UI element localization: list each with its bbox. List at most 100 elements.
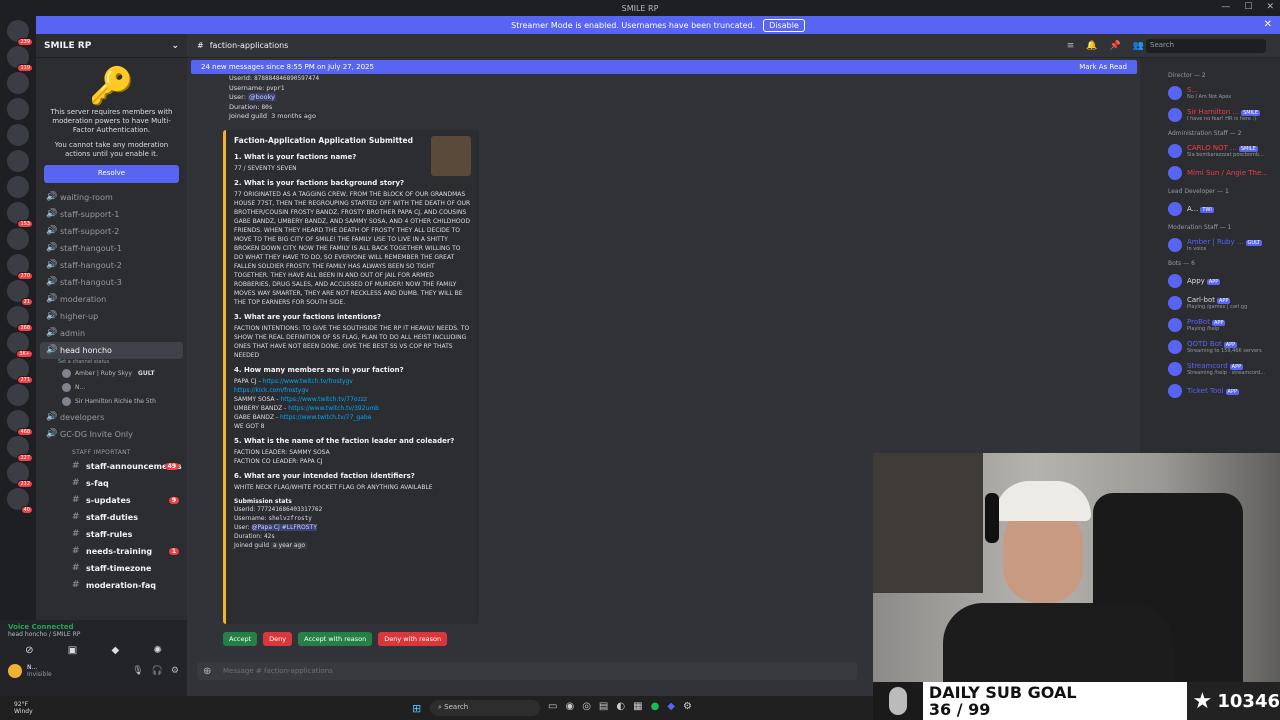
resolve-button[interactable]: Resolve (44, 165, 179, 183)
server-icon[interactable]: 468 (7, 410, 33, 436)
headphones-icon[interactable]: 🎧 (152, 666, 163, 676)
server-icon[interactable]: 227 (7, 436, 33, 462)
member-item[interactable]: Streamcord APP Streaming /help · streamcor… (1140, 358, 1280, 380)
close-icon[interactable]: ✕ (1264, 19, 1272, 30)
member-item[interactable]: Appy APP (1140, 270, 1280, 292)
server-icon[interactable] (7, 98, 29, 120)
server-icon[interactable]: 270 (7, 254, 33, 280)
server-icon[interactable] (7, 228, 29, 250)
gear-icon[interactable]: ⚙ (171, 666, 179, 676)
deny-button[interactable]: Deny (263, 632, 293, 646)
screen-share-icon[interactable]: ▣ (68, 645, 77, 656)
voice-user[interactable]: Amber | Ruby Skyy GULT (36, 367, 187, 381)
user-mention[interactable]: @booky (247, 93, 276, 102)
member-item[interactable]: ProBot APP Playing /help (1140, 314, 1280, 336)
member-link[interactable]: https://www.twitch.tv/392umb (288, 405, 379, 412)
discord-icon[interactable]: ◆ (667, 701, 675, 712)
video-off-icon[interactable]: ⊘ (25, 645, 33, 656)
member-link[interactable]: https://www.twitch.tv/77_gabe (280, 414, 371, 421)
pin-icon[interactable]: 📌 (1110, 41, 1121, 51)
app-icon[interactable]: ▦ (633, 701, 642, 712)
mic-icon[interactable]: 🎙 (132, 666, 143, 676)
server-icon[interactable]: 21 (7, 280, 33, 306)
channel-staff-rules[interactable]: # staff-rules (36, 526, 187, 543)
channel-staff-announcements[interactable]: # staff-announcements 49 (36, 458, 187, 475)
threads-icon[interactable]: ≡ (1067, 41, 1075, 51)
channel-item[interactable]: 🔊 GC-DG Invite Only (36, 426, 187, 443)
firefox-icon[interactable]: ◐ (616, 701, 625, 712)
minimize-icon[interactable]: — (1221, 2, 1230, 12)
user-mention[interactable]: @Papa Cj #LLFROSTY (251, 524, 317, 531)
channel-staff-support-2[interactable]: 🔊 staff-support-2 (36, 223, 187, 240)
channel-needs-training[interactable]: # needs-training 1 (36, 543, 187, 560)
server-icon[interactable]: 153 (7, 202, 33, 228)
server-icon[interactable]: 3K+ (7, 332, 33, 358)
accept-with-reason-button[interactable]: Accept with reason (298, 632, 373, 646)
channel-staff-hangout-3[interactable]: 🔊 staff-hangout-3 (36, 274, 187, 291)
spotify-icon[interactable]: ● (651, 701, 660, 712)
accept-button[interactable]: Accept (223, 632, 258, 646)
member-item[interactable]: QOTD Bot APP Streaming to 159,466 servers (1140, 336, 1280, 358)
server-icon[interactable]: 268 (7, 306, 33, 332)
chrome-icon[interactable]: ◎ (582, 701, 591, 712)
channel-head-honcho[interactable]: 🔊 head honcho (40, 341, 183, 359)
activity-icon[interactable]: ◆ (112, 645, 120, 656)
mark-as-read-button[interactable]: Mark As Read (1079, 63, 1127, 71)
search-input[interactable]: Search (1146, 38, 1266, 53)
member-item[interactable]: Sir Hamilton ... SMILE I have no fear! HR … (1140, 104, 1280, 126)
channel-staff-timezone[interactable]: # staff-timezone (36, 560, 187, 577)
member-item[interactable]: A... TWI (1140, 198, 1280, 220)
taskbar-search[interactable]: ⌕ Search (430, 700, 540, 716)
new-messages-bar[interactable]: 24 new messages since 8:55 PM on July 27… (191, 60, 1137, 74)
channel-admin[interactable]: 🔊 admin (36, 325, 187, 342)
member-item[interactable]: S... No I Am Not Apex (1140, 82, 1280, 104)
server-icon[interactable] (7, 72, 29, 94)
deny-with-reason-button[interactable]: Deny with reason (378, 632, 448, 646)
server-header[interactable]: SMILE RP ⌄ (36, 34, 187, 58)
channel-staff-hangout-1[interactable]: 🔊 staff-hangout-1 (36, 240, 187, 257)
channel-moderation[interactable]: 🔊 moderation (36, 291, 187, 308)
channel-waiting-room[interactable]: 🔊 waiting-room (36, 189, 187, 206)
task-view-icon[interactable]: ▭ (548, 701, 557, 712)
channel-s-updates[interactable]: # s-updates 9 (36, 492, 187, 509)
server-icon[interactable] (7, 124, 29, 146)
server-icon[interactable]: 239 (7, 20, 33, 46)
server-icon[interactable] (7, 176, 29, 198)
settings-icon[interactable]: ⚙ (683, 701, 692, 712)
server-icon[interactable]: 40 (7, 488, 33, 514)
member-link[interactable]: https://www.twitch.tv/frostygv (263, 378, 353, 385)
member-item[interactable]: Mimi Sun / Angie The... (1140, 162, 1280, 184)
member-link[interactable]: https://kick.com/frostygv (234, 387, 309, 394)
members-icon[interactable]: 👥 (1133, 41, 1144, 51)
channel-staff-duties[interactable]: # staff-duties (36, 509, 187, 526)
channel-higher-up[interactable]: 🔊 higher-up (36, 308, 187, 325)
weather-widget[interactable]: 92°F Windy (14, 701, 33, 715)
user-panel[interactable]: N... Invisible 🎙 🎧 ⚙ (8, 664, 179, 679)
close-window-icon[interactable]: ✕ (1266, 2, 1274, 12)
maximize-icon[interactable]: ☐ (1244, 2, 1252, 12)
channel-staff-support-1[interactable]: 🔊 staff-support-1 (36, 206, 187, 223)
embed-thumbnail[interactable] (431, 136, 471, 176)
channel-staff-hangout-2[interactable]: 🔊 staff-hangout-2 (36, 257, 187, 274)
member-item[interactable]: Ticket Tool APP (1140, 380, 1280, 402)
member-link[interactable]: https://www.twitch.tv/77ozzz (281, 396, 368, 403)
folder-icon[interactable]: ▤ (599, 701, 608, 712)
disable-streamer-button[interactable]: Disable (763, 18, 805, 32)
server-icon[interactable] (7, 384, 29, 406)
member-item[interactable]: CARLO NOT ... SMILE Sla bombarazzzat poscb… (1140, 140, 1280, 162)
plus-icon[interactable]: ⊕ (203, 666, 211, 677)
windows-start-icon[interactable]: ⊞ (412, 702, 421, 715)
message-input[interactable]: ⊕ Message # faction-applications (197, 662, 857, 680)
bell-icon[interactable]: 🔔 (1086, 41, 1097, 51)
edge-icon[interactable]: ◉ (565, 701, 574, 712)
channel-item[interactable]: 🔊 developers (36, 409, 187, 426)
member-item[interactable]: Carl-bot APP Playing /games | carl.gg (1140, 292, 1280, 314)
soundboard-icon[interactable]: ✺ (153, 645, 161, 656)
server-icon[interactable]: 212 (7, 462, 33, 488)
category-label[interactable]: STAFF IMPORTANT (36, 443, 187, 458)
server-icon[interactable] (7, 150, 29, 172)
server-icon[interactable]: 271 (7, 358, 33, 384)
member-item[interactable]: Amber | Ruby ... GULT In voice (1140, 234, 1280, 256)
channel-s-faq[interactable]: # s-faq (36, 475, 187, 492)
channel-moderation-faq[interactable]: # moderation-faq (36, 577, 187, 594)
